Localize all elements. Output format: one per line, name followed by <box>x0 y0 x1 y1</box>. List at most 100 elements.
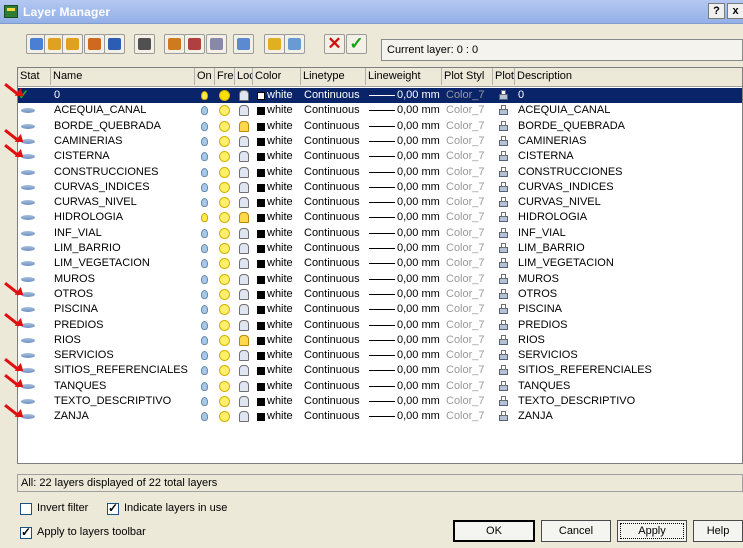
plot-printer-icon[interactable] <box>498 197 509 208</box>
plot-printer-icon[interactable] <box>498 181 509 193</box>
layer-color[interactable]: white <box>267 226 293 241</box>
layer-color[interactable]: white <box>267 302 293 317</box>
plot-printer-icon[interactable] <box>498 288 509 300</box>
apply-button[interactable]: Apply <box>617 520 687 542</box>
layer-row[interactable]: TEXTO_DESCRIPTIVO white Continuous 0,00 mm C… <box>18 394 742 409</box>
freeze-sun-icon[interactable] <box>219 319 230 331</box>
layer-row[interactable]: BORDE_QUEBRADA white Continuous 0,00 mm Colo… <box>18 119 742 134</box>
layer-name[interactable]: MUROS <box>54 272 95 287</box>
new-layer-vp-tool[interactable] <box>284 34 305 54</box>
layer-color[interactable]: white <box>267 409 293 424</box>
layer-name[interactable]: 0 <box>54 88 60 103</box>
color-swatch[interactable] <box>257 183 265 192</box>
on-off-bulb-icon[interactable] <box>201 289 208 299</box>
color-swatch[interactable] <box>257 275 265 284</box>
layer-description[interactable]: HIDROLOGIA <box>518 210 587 225</box>
layer-row[interactable]: MUROS white Continuous 0,00 mm Color_7 MUROS <box>18 272 742 287</box>
on-off-bulb-icon[interactable] <box>201 182 208 192</box>
color-swatch[interactable] <box>257 122 265 131</box>
layer-linetype[interactable]: Continuous <box>304 363 360 378</box>
color-swatch[interactable] <box>257 107 265 116</box>
layer-row[interactable]: ACEQUIA_CANAL white Continuous 0,00 mm Color… <box>18 103 742 118</box>
layer-color[interactable]: white <box>267 272 293 287</box>
layer-row[interactable]: TANQUES white Continuous 0,00 mm Color_7 TANQ… <box>18 379 742 394</box>
lock-icon[interactable] <box>239 319 249 331</box>
plot-printer-icon[interactable] <box>498 105 509 116</box>
plot-printer-icon[interactable] <box>498 227 509 239</box>
layer-name[interactable]: LIM_BARRIO <box>54 241 121 256</box>
lock-icon[interactable] <box>239 304 249 316</box>
freeze-sun-icon[interactable] <box>219 135 230 147</box>
on-off-bulb-icon[interactable] <box>201 366 208 376</box>
layer-color[interactable]: white <box>267 149 293 164</box>
layer-row[interactable]: LIM_BARRIO white Continuous 0,00 mm Color_7 L… <box>18 241 742 256</box>
freeze-sun-icon[interactable] <box>219 197 230 209</box>
freeze-sun-icon[interactable] <box>219 334 230 346</box>
plot-printer-icon[interactable] <box>498 380 509 392</box>
on-off-bulb-icon[interactable] <box>201 167 208 177</box>
layer-linetype[interactable]: Continuous <box>304 180 360 195</box>
on-off-bulb-icon[interactable] <box>201 274 208 284</box>
on-off-bulb-icon[interactable] <box>201 198 208 208</box>
color-swatch[interactable] <box>257 92 265 100</box>
layer-row[interactable]: CURVAS_INDICES white Continuous 0,00 mm Colo… <box>18 180 742 195</box>
layer-name[interactable]: CAMINERIAS <box>54 134 122 149</box>
column-header-description[interactable]: Description <box>515 68 742 85</box>
layer-linetype[interactable]: Continuous <box>304 195 360 210</box>
on-off-bulb-icon[interactable] <box>201 152 208 162</box>
on-off-bulb-icon[interactable] <box>201 351 208 361</box>
layer-linetype[interactable]: Continuous <box>304 88 360 103</box>
on-off-bulb-icon[interactable] <box>201 320 208 330</box>
layer-color[interactable]: white <box>267 134 293 149</box>
layer-row[interactable]: OTROS white Continuous 0,00 mm Color_7 OTROS <box>18 287 742 302</box>
lock-icon[interactable] <box>239 380 249 392</box>
layer-name[interactable]: TANQUES <box>54 379 106 394</box>
layer-description[interactable]: PREDIOS <box>518 318 568 333</box>
freeze-sun-icon[interactable] <box>219 304 230 316</box>
layer-lineweight[interactable]: 0,00 mm <box>397 119 440 134</box>
layer-linetype[interactable]: Continuous <box>304 379 360 394</box>
color-swatch[interactable] <box>257 367 265 376</box>
lock-icon[interactable] <box>239 135 249 147</box>
layer-lineweight[interactable]: 0,00 mm <box>397 149 440 164</box>
plot-printer-icon[interactable] <box>498 243 509 254</box>
on-off-bulb-icon[interactable] <box>201 335 208 345</box>
layer-lineweight[interactable]: 0,00 mm <box>397 394 440 409</box>
freeze-sun-icon[interactable] <box>219 227 230 239</box>
on-off-bulb-icon[interactable] <box>201 397 208 406</box>
color-swatch[interactable] <box>257 321 265 330</box>
layer-name[interactable]: SITIOS_REFERENCIALES <box>54 363 188 378</box>
layer-name[interactable]: CURVAS_NIVEL <box>54 195 137 210</box>
layer-linetype[interactable]: Continuous <box>304 165 360 180</box>
layer-row[interactable]: LIM_VEGETACION white Continuous 0,00 mm Colo… <box>18 256 742 271</box>
color-swatch[interactable] <box>257 306 265 315</box>
layer-description[interactable]: BORDE_QUEBRADA <box>518 119 625 134</box>
color-swatch[interactable] <box>257 260 265 269</box>
close-title-button[interactable]: x <box>727 3 743 19</box>
layer-row[interactable]: ✓ 0 white Continuous 0,00 mm Color_7 0 <box>18 87 742 103</box>
layer-color[interactable]: white <box>267 210 293 225</box>
layer-name[interactable]: SERVICIOS <box>54 348 114 363</box>
lock-icon[interactable] <box>239 197 249 209</box>
layer-lineweight[interactable]: 0,00 mm <box>397 180 440 195</box>
plot-printer-icon[interactable] <box>498 411 509 422</box>
layer-lineweight[interactable]: 0,00 mm <box>397 165 440 180</box>
layer-description[interactable]: OTROS <box>518 287 557 302</box>
layer-lineweight[interactable]: 0,00 mm <box>397 210 440 225</box>
layer-description[interactable]: SERVICIOS <box>518 348 578 363</box>
layer-row[interactable]: PISCINA white Continuous 0,00 mm Color_7 PISC… <box>18 302 742 317</box>
layer-linetype[interactable]: Continuous <box>304 149 360 164</box>
on-off-bulb-icon[interactable] <box>201 91 208 100</box>
plot-printer-icon[interactable] <box>498 350 509 361</box>
layer-lineweight[interactable]: 0,00 mm <box>397 226 440 241</box>
layer-states-tool[interactable] <box>164 34 185 54</box>
layer-description[interactable]: TEXTO_DESCRIPTIVO <box>518 394 635 409</box>
export-tool[interactable] <box>84 34 105 54</box>
layer-color[interactable]: white <box>267 195 293 210</box>
layer-color[interactable]: white <box>267 88 293 103</box>
import-tool[interactable] <box>62 34 83 54</box>
plot-printer-icon[interactable] <box>498 273 509 285</box>
layer-row[interactable]: INF_VIAL white Continuous 0,00 mm Color_7 INF… <box>18 226 742 241</box>
layer-color[interactable]: white <box>267 318 293 333</box>
color-swatch[interactable] <box>257 413 265 422</box>
